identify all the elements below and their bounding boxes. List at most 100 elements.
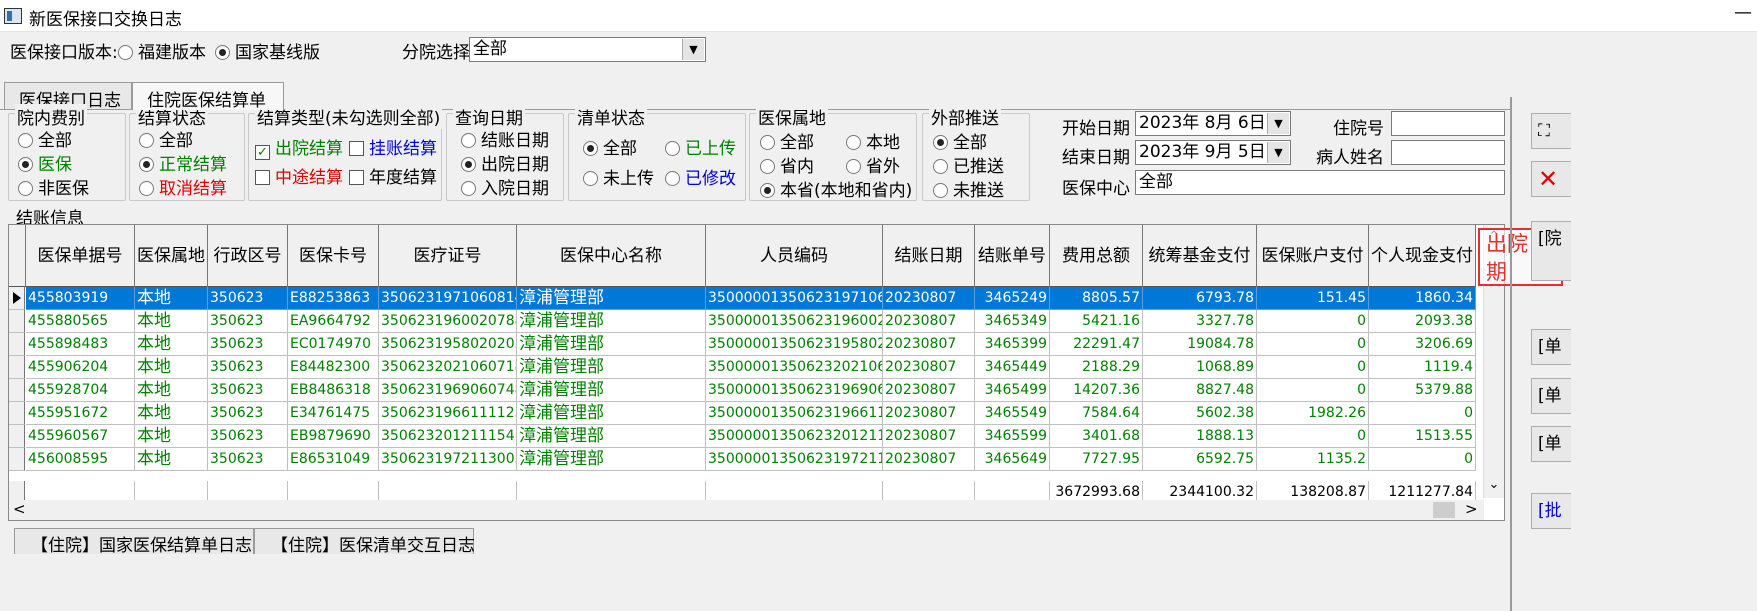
- end-date-picker[interactable]: 2023年 9月 5日 ▼: [1135, 140, 1291, 165]
- list-status-not-uploaded[interactable]: 未上传: [583, 164, 654, 189]
- col-bill-no[interactable]: 医保单据号: [26, 225, 135, 287]
- scroll-down-icon[interactable]: ⌄: [1484, 477, 1504, 492]
- settle-type-midway[interactable]: 中途结算: [255, 163, 343, 188]
- query-date-admission[interactable]: 入院日期: [461, 174, 549, 199]
- side-button-4[interactable]: [单: [1531, 378, 1571, 414]
- scroll-left-icon[interactable]: <: [13, 500, 26, 518]
- table-row[interactable]: 455898483 本地 350623 EC0174970 35062319580202…: [9, 333, 1476, 356]
- col-region[interactable]: 行政区号: [208, 225, 288, 287]
- settle-status-normal[interactable]: 正常结算: [139, 150, 227, 175]
- settle-type-onaccount[interactable]: 挂账结算: [349, 134, 437, 159]
- side-button-batch[interactable]: [批: [1531, 493, 1571, 529]
- table-cell: 22291.47: [1050, 333, 1143, 356]
- branch-label: 分院选择: [402, 43, 470, 63]
- scroll-right-icon[interactable]: >: [1465, 500, 1478, 518]
- branch-value: 全部: [473, 39, 507, 59]
- side-button-3[interactable]: [单: [1531, 329, 1571, 365]
- row-indicator[interactable]: [9, 356, 25, 379]
- fee-type-insurance[interactable]: 医保: [18, 150, 72, 175]
- col-card-no[interactable]: 医保卡号: [288, 225, 379, 287]
- place-this-province[interactable]: 本省(本地和省内): [760, 176, 912, 201]
- settle-status-cancelled[interactable]: 取消结算: [139, 174, 227, 199]
- checkbox-icon: [255, 170, 270, 185]
- chevron-down-icon[interactable]: ▼: [1267, 142, 1289, 163]
- search-button[interactable]: ⛶: [1531, 113, 1571, 149]
- chevron-down-icon[interactable]: ▼: [1267, 113, 1289, 134]
- table-row[interactable]: 455928704 本地 350623 EB8486318 35062319690607…: [9, 379, 1476, 402]
- table-row[interactable]: 455803919 本地 350623 E88253863 35062319710608…: [9, 287, 1476, 310]
- start-date-picker[interactable]: 2023年 8月 6日 ▼: [1135, 111, 1291, 136]
- col-cert-no[interactable]: 医疗证号: [379, 225, 517, 287]
- minimize-button[interactable]: —: [1734, 2, 1752, 23]
- push-all[interactable]: 全部: [933, 128, 987, 153]
- table-row[interactable]: 455880565 本地 350623 EA9664792 35062319600207…: [9, 310, 1476, 333]
- side-button-1[interactable]: [院: [1531, 221, 1571, 281]
- table-row[interactable]: 456008595 本地 350623 E86531049 35062319721130…: [9, 448, 1476, 471]
- row-indicator[interactable]: [9, 448, 25, 471]
- fee-type-non-insurance[interactable]: 非医保: [18, 174, 89, 199]
- scroll-thumb[interactable]: [1433, 502, 1455, 518]
- tab-inpatient-settlement[interactable]: 住院医保结算单: [132, 82, 284, 111]
- version-option-fujian[interactable]: 福建版本: [118, 38, 206, 68]
- col-settle-date[interactable]: 结账日期: [883, 225, 975, 287]
- list-status-modified[interactable]: 已修改: [665, 164, 736, 189]
- list-status-uploaded[interactable]: 已上传: [665, 134, 736, 159]
- query-date-settle[interactable]: 结账日期: [461, 126, 549, 151]
- row-indicator[interactable]: [9, 425, 25, 448]
- settle-status-all[interactable]: 全部: [139, 126, 193, 151]
- table-cell: 455880565: [26, 310, 135, 333]
- side-button-5[interactable]: [单: [1531, 426, 1571, 462]
- fee-type-all[interactable]: 全部: [18, 126, 72, 151]
- table-cell: 14207.36: [1050, 379, 1143, 402]
- radio-icon: [665, 171, 680, 186]
- checkbox-icon: [349, 141, 364, 156]
- center-input[interactable]: 全部: [1135, 170, 1505, 195]
- option-label: 正常结算: [159, 155, 227, 175]
- start-date-label: 开始日期: [1062, 119, 1130, 139]
- col-cash-pay[interactable]: 个人现金支付: [1369, 225, 1476, 287]
- admission-number-input[interactable]: [1391, 111, 1505, 136]
- place-all[interactable]: 全部: [760, 128, 814, 153]
- place-in-province[interactable]: 省内: [760, 152, 814, 177]
- row-indicator[interactable]: [9, 402, 25, 425]
- place-out-province[interactable]: 省外: [846, 152, 900, 177]
- table-row[interactable]: 455906204 本地 350623 E84482300 35062320210607…: [9, 356, 1476, 379]
- branch-select[interactable]: 全部 ▼: [469, 37, 706, 62]
- push-not-pushed[interactable]: 未推送: [933, 176, 1004, 201]
- list-status-all[interactable]: 全部: [583, 134, 637, 159]
- col-person-code[interactable]: 人员编码: [706, 225, 883, 287]
- col-pool-fund[interactable]: 统筹基金支付: [1143, 225, 1257, 287]
- table-cell: 35000001350623196906074: [706, 379, 883, 402]
- option-label: 全部: [603, 139, 637, 159]
- table-row[interactable]: 455951672 本地 350623 E34761475 35062319661111…: [9, 402, 1476, 425]
- chevron-down-icon[interactable]: ▼: [682, 39, 704, 60]
- tab-list-exchange-log[interactable]: 【住院】医保清单交互日志: [254, 528, 475, 556]
- col-account-pay[interactable]: 医保账户支付: [1257, 225, 1369, 287]
- settle-type-discharge[interactable]: ✓ 出院结算: [255, 134, 343, 160]
- col-total-fee[interactable]: 费用总额: [1050, 225, 1143, 287]
- version-option-national[interactable]: 国家基线版: [215, 38, 320, 68]
- table-cell: 455803919: [26, 287, 135, 310]
- query-date-discharge[interactable]: 出院日期: [461, 150, 549, 175]
- col-settle-no[interactable]: 结账单号: [975, 225, 1050, 287]
- row-indicator[interactable]: [9, 310, 25, 333]
- close-button[interactable]: ✕: [1531, 161, 1571, 197]
- table-cell: 5379.88: [1369, 379, 1476, 402]
- row-indicator[interactable]: [9, 287, 25, 310]
- col-center-name[interactable]: 医保中心名称: [517, 225, 706, 287]
- table-cell: 3465549: [975, 402, 1050, 425]
- option-label: 出院结算: [275, 139, 343, 159]
- option-label: 已修改: [685, 169, 736, 189]
- col-place[interactable]: 医保属地: [135, 225, 208, 287]
- table-cell: 8805.57: [1050, 287, 1143, 310]
- row-indicator[interactable]: [9, 379, 25, 402]
- patient-name-input[interactable]: [1391, 140, 1505, 165]
- place-local[interactable]: 本地: [846, 128, 900, 153]
- table-row[interactable]: 455960567 本地 350623 EB9879690 35062320121115…: [9, 425, 1476, 448]
- horizontal-scrollbar[interactable]: < >: [9, 500, 1484, 520]
- settle-type-annual[interactable]: 年度结算: [349, 163, 437, 188]
- table-cell: 0: [1257, 333, 1369, 356]
- row-indicator[interactable]: [9, 333, 25, 356]
- tab-national-settle-log[interactable]: 【住院】国家医保结算单日志: [14, 528, 254, 556]
- push-pushed[interactable]: 已推送: [933, 152, 1004, 177]
